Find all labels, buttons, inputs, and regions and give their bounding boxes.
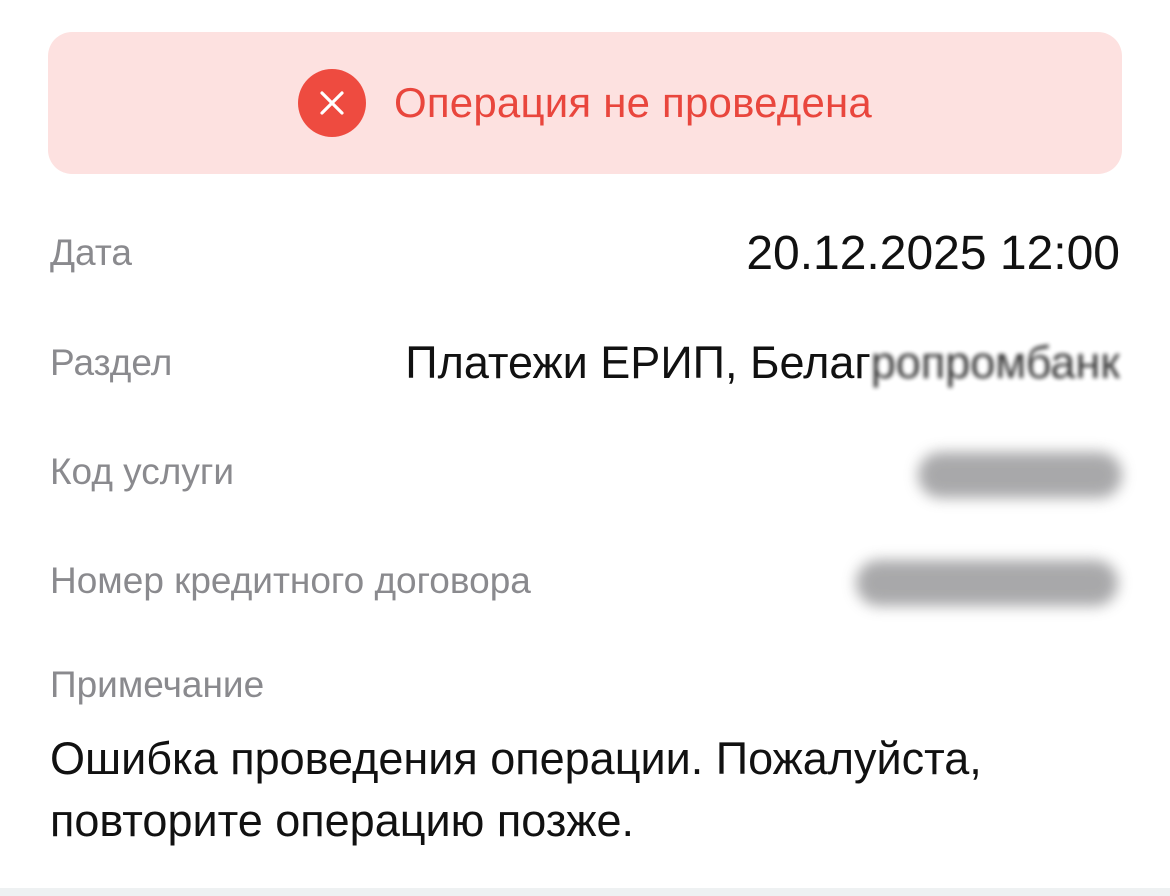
bottom-divider — [0, 888, 1170, 896]
section-value: Платежи ЕРИП, Белагропромбанк — [405, 340, 1120, 385]
operation-details-screen: Операция не проведена Дата 20.12.2025 12… — [0, 0, 1170, 896]
contract-number-label: Номер кредитного договора — [50, 560, 531, 601]
note-text: Ошибка проведения операции. Пожалуйста, … — [50, 733, 982, 846]
operation-status-text: Операция не проведена — [394, 79, 872, 126]
date-value: 20.12.2025 12:00 — [746, 227, 1120, 280]
section-value-main: Платежи ЕРИП, Белаг — [405, 337, 871, 388]
contract-number-redacted-value — [856, 560, 1118, 606]
section-value-blurred: ропромбанк — [870, 337, 1120, 388]
service-code-redacted-value — [918, 452, 1122, 498]
date-label: Дата — [50, 232, 132, 273]
section-label: Раздел — [50, 342, 173, 383]
close-circle-icon — [298, 69, 366, 137]
note-label: Примечание — [50, 664, 265, 705]
operation-status-banner: Операция не проведена — [48, 32, 1122, 174]
service-code-label: Код услуги — [50, 451, 235, 492]
